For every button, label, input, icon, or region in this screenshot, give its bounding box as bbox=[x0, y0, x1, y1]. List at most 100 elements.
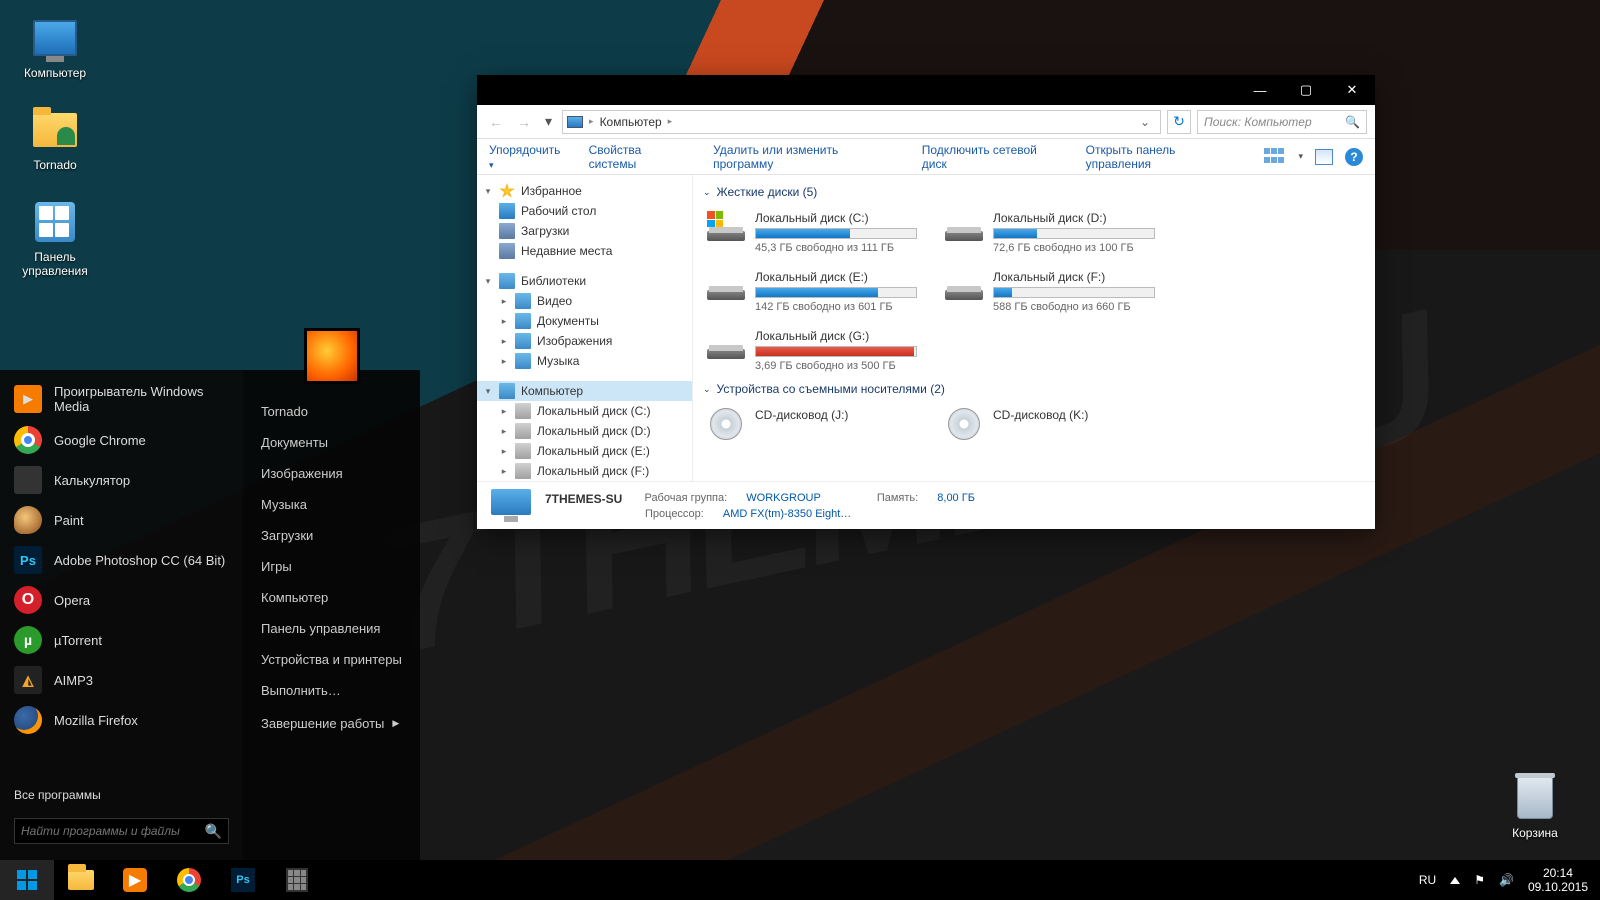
tree-drive-d[interactable]: ▸Локальный диск (D:) bbox=[477, 421, 692, 441]
tree-desktop[interactable]: Рабочий стол bbox=[477, 201, 692, 221]
start-right-documents[interactable]: Документы bbox=[243, 427, 420, 458]
breadcrumb[interactable]: Компьютер bbox=[600, 115, 662, 129]
start-search[interactable]: 🔍 bbox=[14, 818, 229, 844]
drive-item[interactable]: Локальный диск (E:)142 ГБ свободно из 60… bbox=[703, 266, 921, 317]
taskbar-chrome[interactable] bbox=[162, 860, 216, 900]
chevron-down-icon[interactable]: ▾ bbox=[1298, 151, 1303, 162]
tray-flag-icon[interactable]: ⚑ bbox=[1474, 873, 1485, 887]
group-removable[interactable]: ⌄Устройства со съемными носителями (2) bbox=[703, 376, 1365, 404]
start-app-label: Google Chrome bbox=[54, 433, 146, 448]
recent-icon bbox=[499, 243, 515, 259]
toolbar-uninstall[interactable]: Удалить или изменить программу bbox=[713, 143, 900, 171]
toolbar-mapdrive[interactable]: Подключить сетевой диск bbox=[922, 143, 1064, 171]
start-app-opera[interactable]: OOpera bbox=[0, 580, 243, 620]
start-app-wmp[interactable]: ▶Проигрыватель Windows Media bbox=[0, 378, 243, 420]
view-options[interactable] bbox=[1264, 148, 1286, 166]
start-button[interactable] bbox=[0, 860, 54, 900]
toolbar-organize[interactable]: Упорядочить bbox=[489, 143, 567, 171]
status-wg-label: Рабочая группа: bbox=[644, 492, 727, 506]
start-app-paint[interactable]: Paint bbox=[0, 500, 243, 540]
start-app-label: Paint bbox=[54, 513, 84, 528]
start-right-games[interactable]: Игры bbox=[243, 551, 420, 582]
address-bar[interactable]: ▸ Компьютер ▸ ⌄ bbox=[562, 110, 1161, 134]
optical-drive-item[interactable]: CD-дисковод (J:) bbox=[703, 404, 921, 442]
close-button[interactable]: ✕ bbox=[1329, 75, 1375, 105]
tree-video[interactable]: ▸Видео bbox=[477, 291, 692, 311]
drive-item[interactable]: Локальный диск (D:)72,6 ГБ свободно из 1… bbox=[941, 207, 1159, 258]
tree-recent[interactable]: Недавние места bbox=[477, 241, 692, 261]
wmp-icon: ▶ bbox=[123, 868, 147, 892]
address-dropdown[interactable]: ⌄ bbox=[1134, 115, 1156, 129]
start-shutdown[interactable]: Завершение работы▶ bbox=[243, 706, 420, 741]
chevron-right-icon: ▸ bbox=[589, 116, 594, 127]
search-box[interactable]: Поиск: Компьютер 🔍 bbox=[1197, 110, 1367, 134]
drive-icon bbox=[515, 403, 531, 419]
drive-item[interactable]: Локальный диск (F:)588 ГБ свободно из 66… bbox=[941, 266, 1159, 317]
folder-icon bbox=[33, 113, 77, 147]
taskbar-wmp[interactable]: ▶ bbox=[108, 860, 162, 900]
tree-drive-f[interactable]: ▸Локальный диск (F:) bbox=[477, 461, 692, 481]
start-right-user[interactable]: Tornado bbox=[243, 396, 420, 427]
desktop-icon-label: Компьютер bbox=[10, 66, 100, 80]
toolbar-opencp[interactable]: Открыть панель управления bbox=[1086, 143, 1243, 171]
start-right-music[interactable]: Музыка bbox=[243, 489, 420, 520]
start-app-photoshop[interactable]: PsAdobe Photoshop CC (64 Bit) bbox=[0, 540, 243, 580]
chrome-icon bbox=[177, 868, 201, 892]
desktop-icon-computer[interactable]: Компьютер bbox=[10, 14, 100, 80]
tree-computer[interactable]: ▾Компьютер bbox=[477, 381, 692, 401]
desktop-icon-tornado[interactable]: Tornado bbox=[10, 106, 100, 172]
tree-favorites[interactable]: ▾Избранное bbox=[477, 181, 692, 201]
tray-lang[interactable]: RU bbox=[1419, 873, 1436, 887]
tree-documents[interactable]: ▸Документы bbox=[477, 311, 692, 331]
minimize-button[interactable]: — bbox=[1237, 75, 1283, 105]
start-right-run[interactable]: Выполнить… bbox=[243, 675, 420, 706]
drive-item[interactable]: Локальный диск (C:) 45,3 ГБ свободно из 1… bbox=[703, 207, 921, 258]
start-app-firefox[interactable]: Mozilla Firefox bbox=[0, 700, 243, 740]
tree-downloads[interactable]: Загрузки bbox=[477, 221, 692, 241]
drive-name: Локальный диск (C:) bbox=[755, 211, 917, 225]
optical-drive-item[interactable]: CD-дисковод (K:) bbox=[941, 404, 1159, 442]
computer-icon bbox=[499, 383, 515, 399]
refresh-button[interactable]: ↻ bbox=[1167, 110, 1191, 134]
maximize-button[interactable]: ▢ bbox=[1283, 75, 1329, 105]
tree-drive-e[interactable]: ▸Локальный диск (E:) bbox=[477, 441, 692, 461]
user-avatar[interactable] bbox=[304, 328, 360, 384]
taskbar-photoshop[interactable]: Ps bbox=[216, 860, 270, 900]
group-hdd[interactable]: ⌄Жесткие диски (5) bbox=[703, 179, 1365, 207]
start-all-programs[interactable]: Все программы bbox=[0, 780, 243, 810]
start-app-aimp[interactable]: ◭AIMP3 bbox=[0, 660, 243, 700]
drive-free: 45,3 ГБ свободно из 111 ГБ bbox=[755, 242, 917, 254]
start-right-computer[interactable]: Компьютер bbox=[243, 582, 420, 613]
start-right-pictures[interactable]: Изображения bbox=[243, 458, 420, 489]
start-right-downloads[interactable]: Загрузки bbox=[243, 520, 420, 551]
preview-pane-button[interactable] bbox=[1315, 149, 1333, 165]
tree-pictures[interactable]: ▸Изображения bbox=[477, 331, 692, 351]
taskbar-calc[interactable] bbox=[270, 860, 324, 900]
windows-badge-icon bbox=[707, 211, 723, 227]
tree-music[interactable]: ▸Музыка bbox=[477, 351, 692, 371]
nav-up[interactable]: ▾ bbox=[541, 113, 556, 130]
drive-item[interactable]: Локальный диск (G:)3,69 ГБ свободно из 5… bbox=[703, 325, 921, 376]
aimp-icon: ◭ bbox=[14, 666, 42, 694]
start-search-input[interactable] bbox=[21, 824, 205, 838]
nav-back: ← bbox=[485, 114, 507, 130]
start-app-label: Adobe Photoshop CC (64 Bit) bbox=[54, 553, 225, 568]
titlebar[interactable]: — ▢ ✕ bbox=[477, 75, 1375, 105]
desktop-icon-control-panel[interactable]: Панель управления bbox=[10, 198, 100, 278]
start-app-calc[interactable]: Калькулятор bbox=[0, 460, 243, 500]
desktop-icon bbox=[499, 203, 515, 219]
taskbar-explorer[interactable] bbox=[54, 860, 108, 900]
start-right-control-panel[interactable]: Панель управления bbox=[243, 613, 420, 644]
hdd-icon bbox=[707, 211, 745, 241]
start-right-devices[interactable]: Устройства и принтеры bbox=[243, 644, 420, 675]
tree-drive-c[interactable]: ▸Локальный диск (C:) bbox=[477, 401, 692, 421]
start-app-chrome[interactable]: Google Chrome bbox=[0, 420, 243, 460]
tray-show-hidden[interactable] bbox=[1450, 877, 1460, 884]
start-app-utorrent[interactable]: µµTorrent bbox=[0, 620, 243, 660]
help-button[interactable]: ? bbox=[1345, 148, 1363, 166]
tree-libraries[interactable]: ▾Библиотеки bbox=[477, 271, 692, 291]
desktop-icon-recycle-bin[interactable]: Корзина bbox=[1490, 774, 1580, 840]
tray-volume-icon[interactable]: 🔊 bbox=[1499, 873, 1514, 887]
tray-clock[interactable]: 20:14 09.10.2015 bbox=[1528, 866, 1588, 895]
toolbar-sysprops[interactable]: Свойства системы bbox=[589, 143, 692, 171]
